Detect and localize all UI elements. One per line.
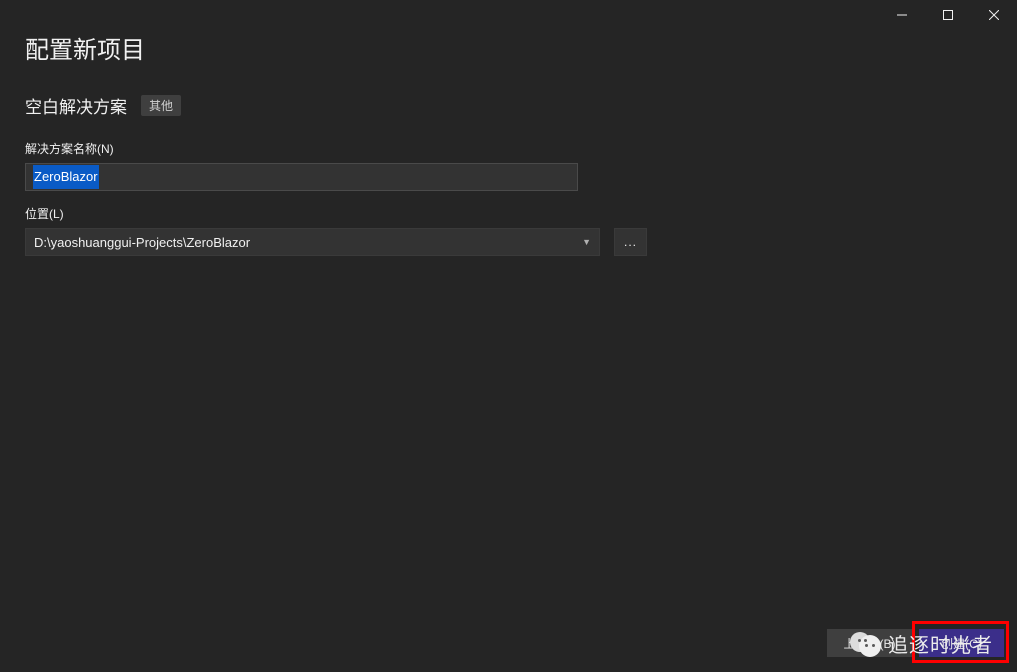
location-group: 位置(L) D:\yaoshuanggui-Projects\ZeroBlazo… <box>25 205 992 256</box>
template-name: 空白解决方案 <box>25 93 127 118</box>
template-info: 空白解决方案 其他 <box>25 93 992 118</box>
location-combobox[interactable]: D:\yaoshuanggui-Projects\ZeroBlazor ▼ <box>25 228 600 256</box>
window-titlebar <box>879 0 1017 30</box>
chevron-down-icon: ▼ <box>582 237 591 247</box>
solution-name-input[interactable]: ZeroBlazor <box>25 163 578 191</box>
page-title: 配置新项目 <box>25 30 992 65</box>
close-button[interactable] <box>971 0 1017 30</box>
minimize-button[interactable] <box>879 0 925 30</box>
content-area: 配置新项目 空白解决方案 其他 解决方案名称(N) ZeroBlazor 位置(… <box>0 0 1017 256</box>
maximize-button[interactable] <box>925 0 971 30</box>
location-label: 位置(L) <box>25 205 992 222</box>
solution-name-label: 解决方案名称(N) <box>25 140 992 157</box>
create-button[interactable]: 创建(C) <box>919 629 1004 657</box>
solution-name-group: 解决方案名称(N) ZeroBlazor <box>25 140 992 191</box>
template-tag: 其他 <box>141 95 181 116</box>
footer-buttons: 上一步(B) 创建(C) <box>827 629 1004 657</box>
solution-name-value: ZeroBlazor <box>33 165 99 189</box>
back-button[interactable]: 上一步(B) <box>827 629 912 657</box>
browse-button[interactable]: ... <box>614 228 647 256</box>
location-value: D:\yaoshuanggui-Projects\ZeroBlazor <box>34 235 250 250</box>
